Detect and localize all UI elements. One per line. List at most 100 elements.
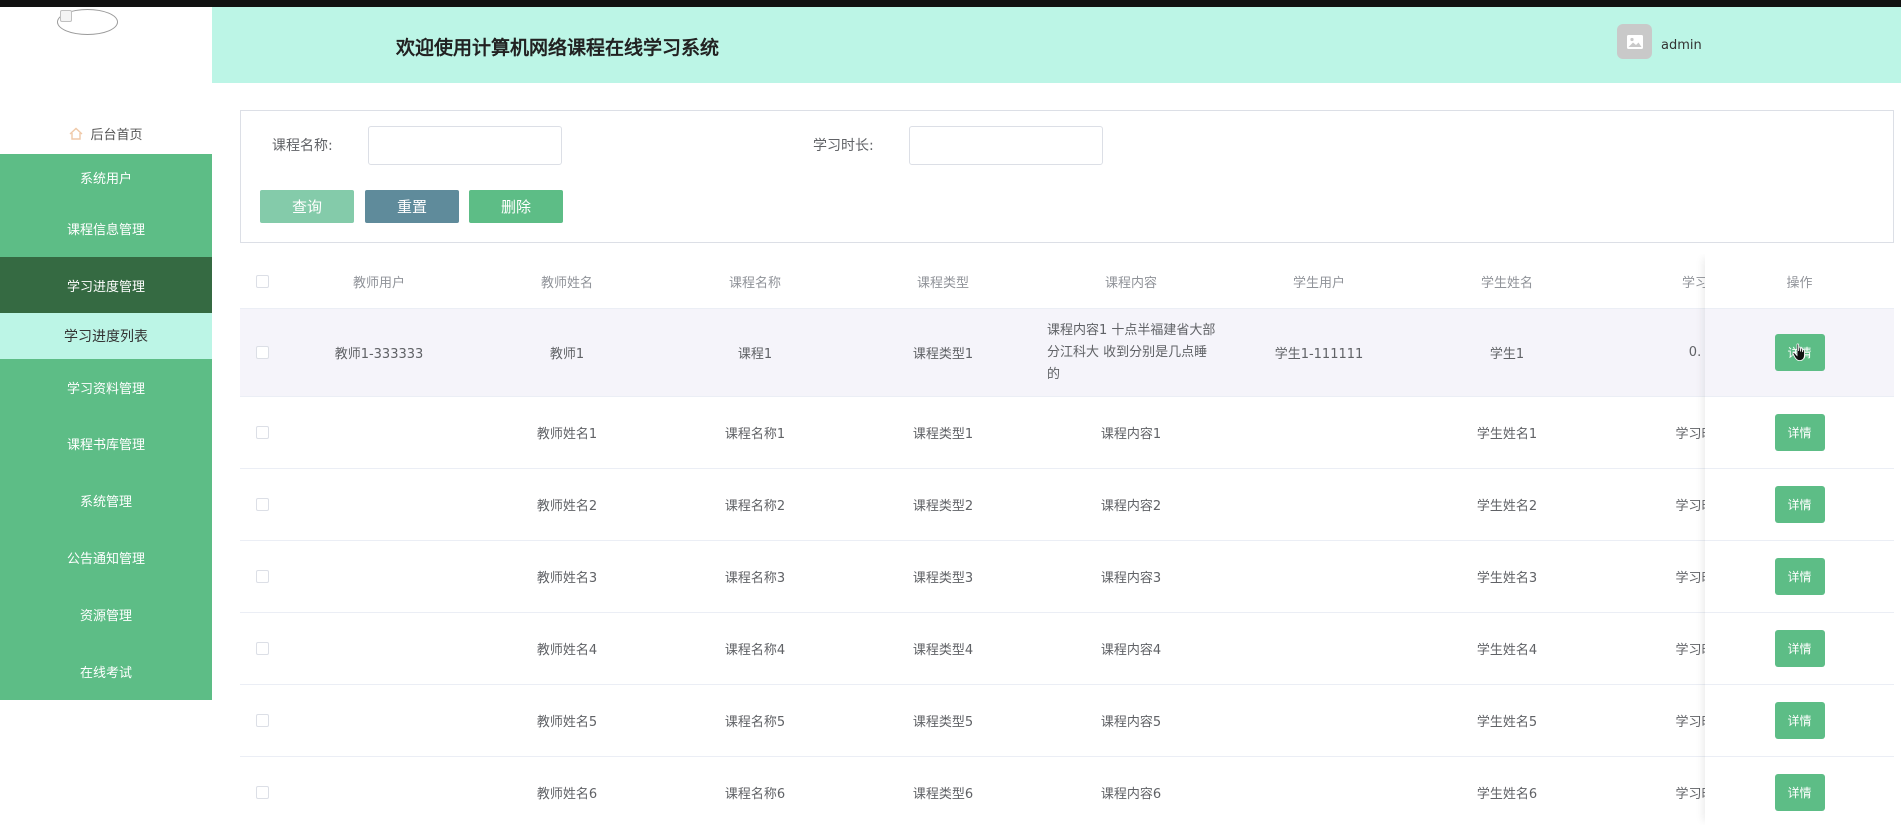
query-button[interactable]: 查询 <box>260 190 354 223</box>
column-header[interactable]: 教师姓名 <box>473 254 661 308</box>
study-duration-input[interactable] <box>909 126 1103 165</box>
table-cell: 学生1-111111 <box>1274 347 1364 362</box>
table-row[interactable]: 教师姓名2 课程名称2 课程类型2 课程内容2 学生姓名2 学习时 <box>240 469 1894 541</box>
row-select-cell <box>240 309 285 396</box>
sidebar-item-system-management[interactable]: 系统管理 <box>0 472 212 529</box>
avatar[interactable] <box>1617 24 1652 59</box>
table-cell: 教师姓名1 <box>536 427 598 442</box>
sidebar-item-library[interactable]: 课程书库管理 <box>0 415 212 472</box>
operation-cell: 详情 <box>1705 397 1894 469</box>
table-cell: 课程类型6 <box>912 787 974 802</box>
sidebar-subitem-progress-list[interactable]: 学习进度列表 <box>0 313 212 359</box>
row-checkbox[interactable] <box>256 498 269 511</box>
table-cell: 教师姓名2 <box>536 499 598 514</box>
table-cell: 教师姓名4 <box>536 643 598 658</box>
table-row[interactable]: 教师姓名6 课程名称6 课程类型6 课程内容6 学生姓名6 学习时 <box>240 757 1894 825</box>
table-cell: 教师1-333333 <box>334 347 424 362</box>
detail-button-label: 详情 <box>1787 786 1812 800</box>
operation-cell: 详情 <box>1705 613 1894 685</box>
row-select-cell <box>240 757 285 825</box>
sidebar-item-announcements[interactable]: 公告通知管理 <box>0 529 212 586</box>
table-cell: 学生1 <box>1489 347 1525 362</box>
course-name-label: 课程名称: <box>272 138 333 154</box>
table-cell <box>1225 613 1413 684</box>
page-title: 欢迎使用计算机网络课程在线学习系统 <box>396 37 720 59</box>
data-table: 教师用户 教师姓名 课程名称 课程类型 课程内容 学生用户 学生姓名 学习 教师… <box>240 254 1894 825</box>
sidebar-item-label: 系统用户 <box>79 171 132 187</box>
table-row[interactable]: 教师姓名5 课程名称5 课程类型5 课程内容5 学生姓名5 学习时 <box>240 685 1894 757</box>
image-placeholder-icon <box>1626 34 1643 49</box>
username[interactable]: admin <box>1661 38 1702 53</box>
detail-button[interactable]: 详情 <box>1774 414 1825 451</box>
delete-button[interactable]: 删除 <box>469 190 563 223</box>
detail-button[interactable]: 详情 <box>1774 630 1825 667</box>
study-duration-label: 学习时长: <box>813 138 874 154</box>
table-cell: 课程名称2 <box>724 499 786 514</box>
table-cell: 学生姓名6 <box>1476 787 1538 802</box>
table-cell <box>285 613 473 684</box>
sidebar-item-materials[interactable]: 学习资料管理 <box>0 359 212 415</box>
row-checkbox[interactable] <box>256 786 269 799</box>
table-cell: 学生姓名5 <box>1476 715 1538 730</box>
row-checkbox[interactable] <box>256 570 269 583</box>
reset-button[interactable]: 重置 <box>365 190 459 223</box>
course-name-input[interactable] <box>368 126 562 165</box>
detail-button[interactable]: 详情 <box>1774 334 1825 371</box>
hand-cursor-icon <box>1792 343 1805 361</box>
sidebar-item-progress-management[interactable]: 学习进度管理 <box>0 257 212 313</box>
column-header[interactable]: 教师用户 <box>285 254 473 308</box>
column-header[interactable]: 课程名称 <box>661 254 849 308</box>
broken-image-icon <box>60 10 72 22</box>
row-select-cell <box>240 469 285 540</box>
table-cell <box>285 685 473 756</box>
row-checkbox[interactable] <box>256 714 269 727</box>
select-all-checkbox[interactable] <box>256 274 269 288</box>
table-row[interactable]: 教师姓名3 课程名称3 课程类型3 课程内容3 学生姓名3 学习时 <box>240 541 1894 613</box>
sidebar-item-label: 后台首页 <box>90 127 143 143</box>
table-cell: 课程类型1 <box>912 347 974 362</box>
table-cell: 课程类型3 <box>912 571 974 586</box>
detail-button[interactable]: 详情 <box>1774 774 1825 811</box>
row-checkbox[interactable] <box>256 426 269 439</box>
column-header[interactable]: 课程类型 <box>849 254 1037 308</box>
table-cell: 课程名称3 <box>724 571 786 586</box>
row-checkbox[interactable] <box>256 642 269 655</box>
row-checkbox[interactable] <box>256 346 269 359</box>
detail-button-label: 详情 <box>1787 426 1812 440</box>
table-cell: 课程内容2 <box>1100 499 1162 514</box>
table-cell: 学生姓名3 <box>1476 571 1538 586</box>
detail-button[interactable]: 详情 <box>1774 558 1825 595</box>
table-cell: 教师姓名5 <box>536 715 598 730</box>
table-cell: 课程内容1 <box>1100 427 1162 442</box>
table-cell: 学生姓名4 <box>1476 643 1538 658</box>
column-header[interactable]: 学生姓名 <box>1413 254 1601 308</box>
sidebar-item-course-info[interactable]: 课程信息管理 <box>0 200 212 257</box>
table-cell: 教师姓名3 <box>536 571 598 586</box>
table-cell <box>1225 757 1413 825</box>
sidebar-item-home[interactable]: 后台首页 <box>0 113 212 153</box>
table-cell: 课程类型5 <box>912 715 974 730</box>
table-cell: 课程类型4 <box>912 643 974 658</box>
sidebar-item-label: 课程书库管理 <box>66 438 145 453</box>
column-header[interactable]: 课程内容 <box>1037 254 1225 308</box>
sidebar-item-label: 资源管理 <box>79 609 132 624</box>
table-cell <box>285 757 473 825</box>
column-header[interactable]: 学生用户 <box>1225 254 1413 308</box>
table-row[interactable]: 教师姓名1 课程名称1 课程类型1 课程内容1 学生姓名1 学习时 <box>240 397 1894 469</box>
sidebar-item-system-users[interactable]: 系统用户 <box>0 154 212 200</box>
table-row[interactable]: 教师姓名4 课程名称4 课程类型4 课程内容4 学生姓名4 学习时 <box>240 613 1894 685</box>
sidebar-item-resources[interactable]: 资源管理 <box>0 586 212 643</box>
sidebar-item-online-exam[interactable]: 在线考试 <box>0 643 212 700</box>
table-cell <box>285 397 473 468</box>
sidebar: 后台首页 系统用户 课程信息管理 学习进度管理 学习进度列表 学习资料管理 课程… <box>0 7 212 825</box>
detail-button-label: 详情 <box>1787 642 1812 656</box>
table-row[interactable]: 教师1-333333 教师1 课程1 课程类型1 课程内容1 十点半福建省大部分江科大 … <box>240 309 1894 397</box>
detail-button[interactable]: 详情 <box>1774 486 1825 523</box>
table-cell: 教师1 <box>549 347 585 362</box>
operation-cell: 详情 <box>1705 309 1894 397</box>
table-cell: 课程类型1 <box>912 427 974 442</box>
detail-button[interactable]: 详情 <box>1774 702 1825 739</box>
table-cell <box>1225 397 1413 468</box>
operation-column: 操作 详情详情详情详情详情详情详情 <box>1705 254 1894 825</box>
sidebar-item-label: 公告通知管理 <box>66 552 145 567</box>
